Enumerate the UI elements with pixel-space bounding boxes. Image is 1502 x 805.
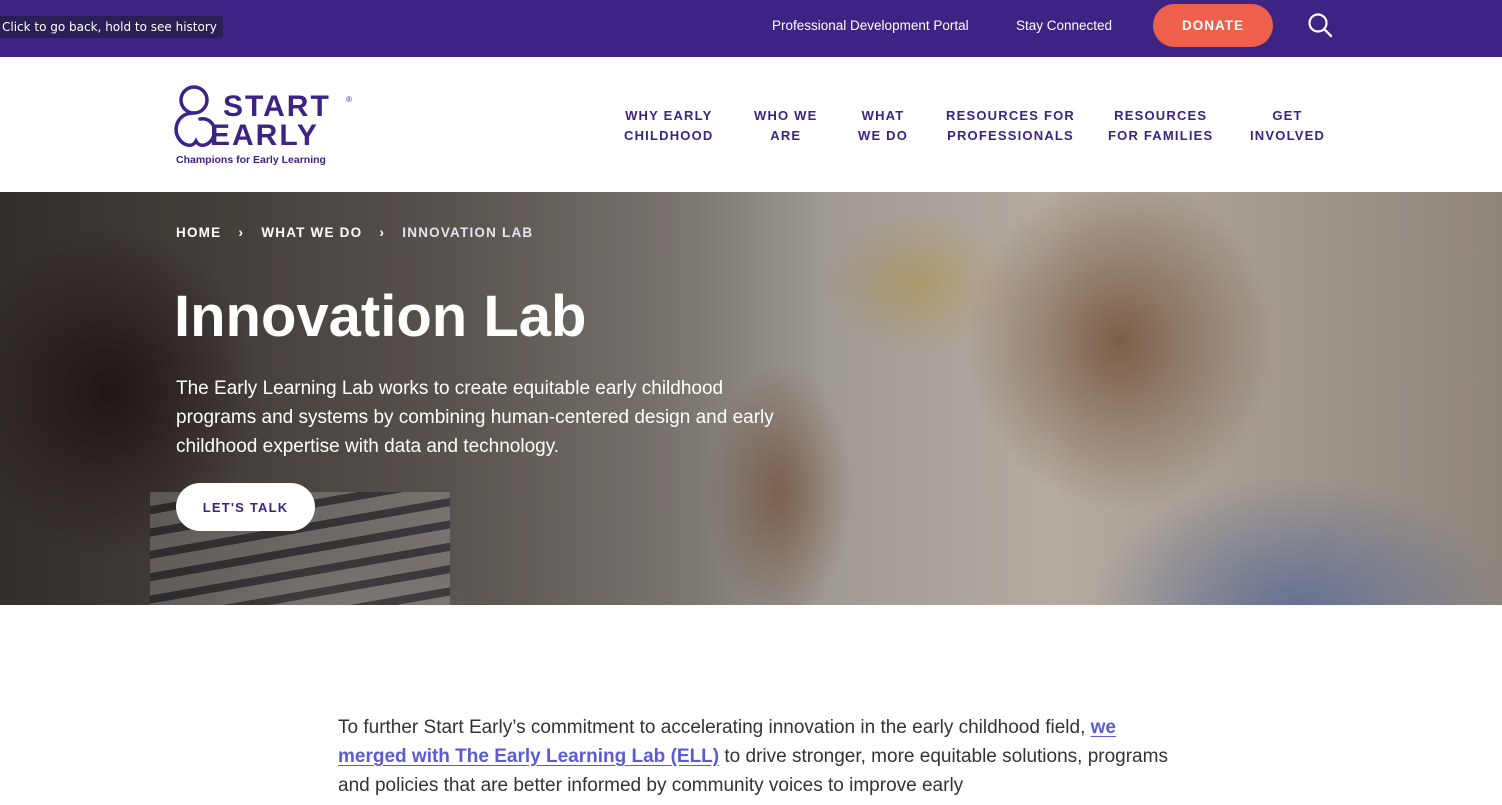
nav-resources-for-families[interactable]: RESOURCES FOR FAMILIES: [1108, 106, 1213, 146]
breadcrumb: HOME › WHAT WE DO › INNOVATION LAB: [176, 224, 533, 240]
chevron-right-icon: ›: [238, 224, 245, 240]
nav-get-involved[interactable]: GET INVOLVED: [1250, 106, 1325, 146]
intro-text-start: To further Start Early’s commitment to a…: [338, 717, 1091, 738]
logo-text-early: EARLY: [210, 119, 319, 152]
logo-text-start: START: [223, 90, 331, 123]
donate-button[interactable]: DONATE: [1153, 4, 1273, 47]
page-title: Innovation Lab: [174, 284, 587, 349]
utility-bar: Click to go back, hold to see history Pr…: [0, 0, 1502, 57]
back-button-tooltip: Click to go back, hold to see history: [0, 16, 223, 38]
hero-banner: HOME › WHAT WE DO › INNOVATION LAB Innov…: [0, 192, 1502, 605]
professional-development-portal-link[interactable]: Professional Development Portal: [772, 17, 969, 35]
nav-why-early-childhood[interactable]: WHY EARLY CHILDHOOD: [624, 106, 714, 146]
lets-talk-button[interactable]: LET'S TALK: [176, 483, 315, 531]
search-icon[interactable]: [1306, 11, 1334, 39]
intro-paragraph: To further Start Early’s commitment to a…: [338, 713, 1168, 800]
nav-resources-for-professionals[interactable]: RESOURCES FOR PROFESSIONALS: [946, 106, 1075, 146]
logo-registered-mark: ®: [346, 95, 352, 104]
nav-who-we-are[interactable]: WHO WE ARE: [754, 106, 818, 146]
hero-description: The Early Learning Lab works to create e…: [176, 378, 774, 457]
chevron-right-icon: ›: [379, 224, 386, 240]
stay-connected-link[interactable]: Stay Connected: [1016, 17, 1112, 35]
logo-tagline: Champions for Early Learning: [176, 154, 326, 166]
site-header: START ® EARLY Champions for Early Learni…: [0, 57, 1502, 192]
breadcrumb-what-we-do[interactable]: WHAT WE DO: [261, 225, 362, 240]
nav-what-we-do[interactable]: WHAT WE DO: [858, 106, 908, 146]
breadcrumb-home[interactable]: HOME: [176, 225, 221, 240]
start-early-logo[interactable]: START ® EARLY Champions for Early Learni…: [174, 83, 364, 169]
breadcrumb-current: INNOVATION LAB: [402, 224, 534, 240]
